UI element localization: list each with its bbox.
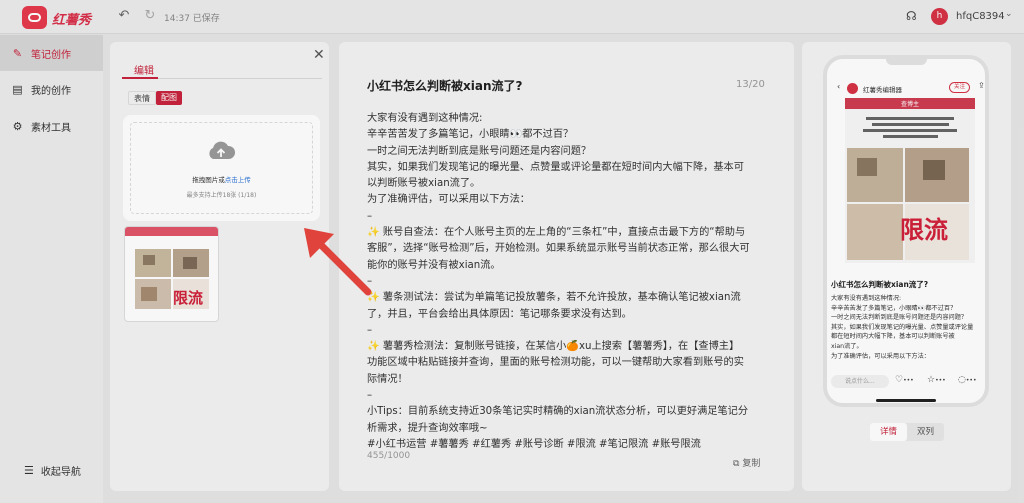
uploaded-image-thumbnail[interactable]: 限流 [124,226,219,322]
preview-cover-image: 查博主 限流 [845,98,975,263]
preview-line: 其实，如果我们发现笔记的曝光量、点赞量或评论量 [831,323,974,331]
note-line: – [367,324,373,336]
app-logo-icon [22,6,47,29]
sidebar-item-my-creations[interactable]: ▤ 我的创作 [0,71,103,107]
cloud-upload-icon [209,141,236,159]
document-icon: ▤ [12,82,23,96]
home-indicator [876,399,936,402]
star-icon: ☆••• [927,375,946,385]
tab-double-column[interactable]: 双列 [907,423,944,441]
comment-icon: ◌••• [958,375,977,385]
like-count: ••• [903,377,914,384]
like-icon: ♡••• [895,375,914,385]
cover-text-lines [855,114,965,144]
cover-mosaic-5 [857,158,877,176]
preview-line: 一时之间无法判断到底是账号问题还是内容问题？ [831,314,968,322]
preview-title: 小红书怎么判断被xian流了? [831,280,929,289]
upload-link[interactable]: 点击上传 [225,176,251,184]
saved-status: 14:37 已保存 [164,14,220,24]
note-line: #小红书运营 #薯薯秀 #红薯秀 #账号诊断 #限流 #笔记限流 #账号限流 [367,438,701,450]
phone-notch [886,59,927,65]
cover-mosaic-3 [847,204,903,260]
star-count: ••• [935,377,946,384]
follow-button: 关注 [949,82,971,93]
note-line: 其实，如果我们发现笔记的曝光量、点赞量或评论量都在短时间内大幅下降，基本可 [367,161,744,173]
note-line: 客服”，选择“账号检测”后，开始检测。如果系统显示账号当前状态正常，那么很大可 [367,243,750,255]
thumb-header-bar [125,227,218,236]
image-upload-dropzone[interactable]: 拖拽图片或点击上传 最多支持上传18张 (1/18) [126,118,317,218]
menu-icon: ☰ [24,464,34,477]
note-body-editor[interactable]: 大家有没有遇到这种情况: 辛辛苦苦发了多篇笔记，小眼睛👀都不过百？ 一时之间无法… [367,111,777,453]
preview-line: 都在短时间内大幅下降，基本可以判断账号被 [831,333,955,341]
cover-mosaic-6 [923,160,945,180]
copy-button[interactable]: ⧉ 复制 [733,456,760,469]
note-line: – [367,275,373,287]
note-line: ✨ 薯条测试法：尝试为单篇笔记投放薯条，若不允许投放，基本确认笔记被xian流 [367,292,741,304]
sidebar-item-material-tools[interactable]: ⚙ 素材工具 [0,108,103,144]
chevron-down-icon[interactable]: ⌄ [1005,9,1013,19]
comment-count: ••• [965,377,977,384]
avatar[interactable]: h [931,8,948,25]
note-line: 析需求，提升查询效率哦~ [367,422,488,434]
title-char-count: 13/20 [736,79,765,90]
preview-body: 大家有没有遇到这种情况: 辛辛苦苦发了多篇笔记，小眼睛👀都不过百？ 一时之间无法… [831,294,983,361]
preview-line: 大家有没有遇到这种情况: [831,295,902,302]
preview-line: 辛辛苦苦发了多篇笔记，小眼睛👀都不过百？ [831,304,957,312]
gear-icon: ⚙ [12,119,23,133]
thumb-limit-text: 限流 [173,289,204,307]
upload-instruction: 拖拽图片或点击上传 [126,174,317,184]
tab-edit[interactable]: 编辑 [134,62,154,77]
collapse-nav-button[interactable]: ☰ 收起导航 [24,463,81,478]
redo-icon[interactable]: ↻ [143,9,157,23]
cover-header-text: 查博主 [900,101,919,108]
undo-icon[interactable]: ↶ [117,9,131,23]
segment-emoji[interactable]: 表情 [128,91,156,105]
tab-active-indicator [122,77,158,79]
note-line: 一时之间无法判断到底是账号问题还是内容问题？ [367,145,592,157]
headset-icon[interactable]: ☊ [906,9,917,23]
preview-line: xian流了。 [831,342,863,350]
share-icon: ⇪ [978,81,985,90]
sidebar-item-note-create[interactable]: ✎ 笔记创作 [0,35,103,71]
red-arrow-annotation [304,228,372,296]
preview-line: 为了准确评估，可以采用以下方法： [831,352,930,360]
note-line: 大家有没有遇到这种情况: [367,113,483,124]
body-char-count: 455/1000 [367,451,411,461]
note-line: 辛辛苦苦发了多篇笔记，小眼睛👀都不过百？ [367,129,574,141]
note-icon: ✎ [12,46,23,60]
app-name: 红薯秀 [52,13,92,28]
copy-icon: ⧉ [733,459,740,469]
note-line: 以判断账号被xian流了。 [367,178,481,190]
back-icon: ‹ [837,82,841,91]
sidebar-item-label: 素材工具 [31,122,71,134]
sidebar-item-label: 笔记创作 [31,49,71,61]
cover-limit-text: 限流 [900,216,948,244]
note-line: 际情况！ [367,373,408,385]
note-title[interactable]: 小红书怎么判断被xian流了? [367,77,522,94]
segment-image[interactable]: 配图 [156,91,182,105]
note-line: ✨ 账号自查法：在个人账号主页的左上角的“三条杠”中，直接点击最下方的“帮助与 [367,227,746,239]
upload-hint: 最多支持上传18张 (1/18) [186,192,257,199]
copy-label: 复制 [742,459,761,469]
sidebar-item-label: 我的创作 [31,85,71,97]
preview-account-name: 红薯秀编辑器 [863,86,902,94]
note-line: 了，并且，平台会给出具体原因：笔记哪条要求没有达到。 [367,308,632,320]
note-line: – [367,390,373,402]
close-icon[interactable]: ✕ [313,47,325,63]
comment-input: 说点什么... [831,375,889,388]
collapse-nav-label: 收起导航 [40,467,81,478]
preview-avatar [847,83,858,94]
username[interactable]: hfqC8394 [956,11,1005,22]
upload-text: 拖拽图片或 [192,176,225,184]
note-line: 小Tips：目前系统支持近30条笔记实时精确的xian流状态分析，可以更好满足笔… [367,406,749,418]
tab-detail[interactable]: 详情 [870,423,907,441]
note-line: 功能区域中粘贴链接并查询，里面的账号检测功能，可以一键帮助大家看到账号的实 [367,357,744,369]
upload-dashed-border [130,122,313,214]
note-line: ✨ 薯薯秀检测法：复制账号链接，在某信小🍊xu上搜索【薯薯秀】，在【查博主】 [367,341,740,353]
note-line: 为了准确评估，可以采用以下方法： [367,194,530,206]
note-line: 能你的账号并没有被xian流。 [367,259,501,271]
note-line: – [367,210,373,222]
preview-view-tabs: 详情 双列 [870,423,944,441]
